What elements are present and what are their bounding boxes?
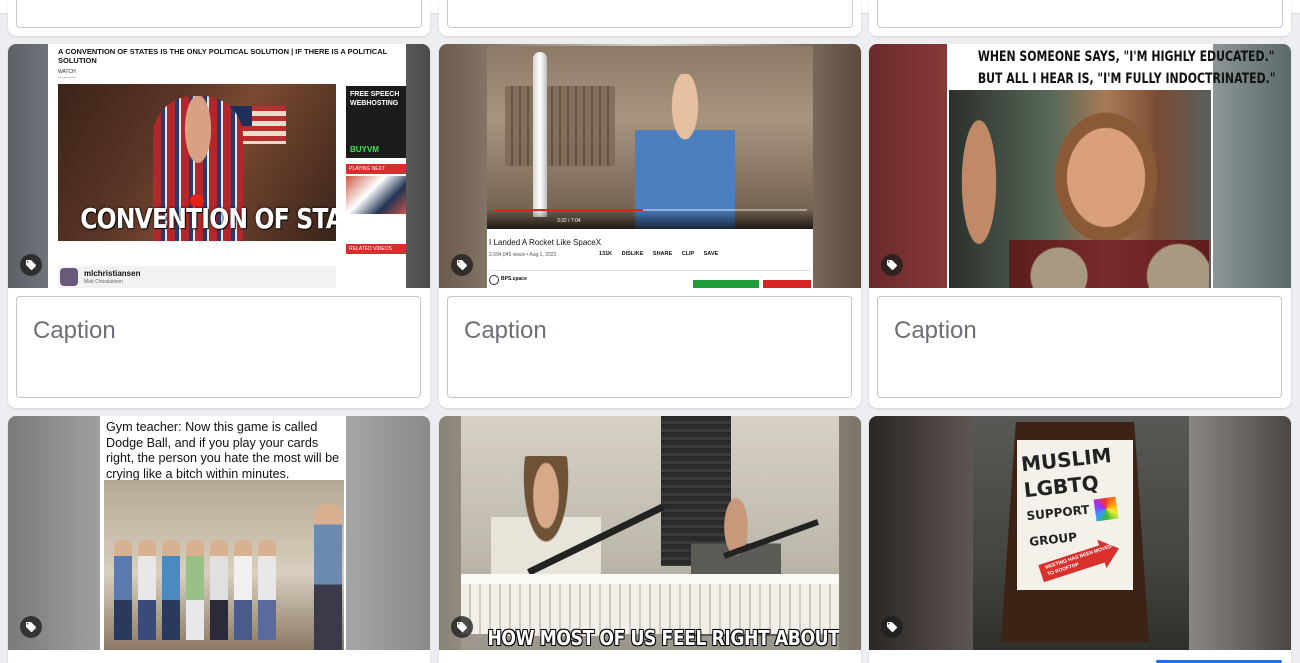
card-stub bbox=[869, 0, 1291, 36]
card-stub bbox=[8, 0, 430, 36]
meme-image: Gym teacher: Now this game is called Dod… bbox=[100, 416, 346, 650]
video-controls bbox=[487, 209, 813, 229]
person-image bbox=[210, 540, 228, 640]
meme-text: Gym teacher: Now this game is called Dod… bbox=[106, 420, 340, 481]
channel-name: BPS.space bbox=[501, 276, 527, 282]
rainbow-flag-icon bbox=[1093, 496, 1119, 522]
meme-text: HOW MOST OF US FEEL RIGHT ABOUT NOW bbox=[487, 626, 839, 650]
caption-input[interactable]: Caption bbox=[447, 296, 852, 398]
tag-icon[interactable] bbox=[20, 616, 42, 638]
sidebar-ad: FREE SPEECH WEBHOSTING BUYVM bbox=[346, 86, 406, 158]
person-image bbox=[635, 74, 735, 229]
video-overlay-text: CONVENTION OF STATES bbox=[80, 202, 336, 235]
meme-line-2: BUT ALL I HEAR IS, "I'M FULLY INDOCTRINA… bbox=[977, 71, 1276, 87]
post-card: HOW MOST OF US FEEL RIGHT ABOUT NOW bbox=[439, 416, 861, 663]
feed-page: A CONVENTION OF STATES IS THE ONLY POLIT… bbox=[0, 0, 1300, 663]
tag-icon[interactable] bbox=[881, 616, 903, 638]
video-frame: CONVENTION OF STATES bbox=[58, 84, 336, 241]
person-image bbox=[234, 540, 252, 640]
person-image bbox=[186, 540, 204, 640]
post-image[interactable]: Gym teacher: Now this game is called Dod… bbox=[8, 416, 430, 650]
join-button bbox=[693, 280, 759, 288]
person-image bbox=[138, 540, 156, 640]
video-screenshot: A CONVENTION OF STATES IS THE ONLY POLIT… bbox=[48, 44, 406, 288]
tag-icon[interactable] bbox=[20, 254, 42, 276]
channel-avatar bbox=[489, 275, 499, 285]
channel-subtitle: Matt Christiansen bbox=[84, 279, 123, 285]
caption-input[interactable]: Caption bbox=[16, 296, 421, 398]
caption-field-stub[interactable] bbox=[447, 0, 853, 28]
playing-next-label: PLAYING NEXT bbox=[346, 164, 406, 174]
channel-avatar bbox=[60, 268, 78, 286]
post-card: 3:32 / 7:04 I Landed A Rocket Like Space… bbox=[439, 44, 861, 408]
post-image[interactable]: MUSLIM LGBTQ SUPPORT GROUP MEETING HAS B… bbox=[869, 416, 1291, 650]
video-frame: 3:32 / 7:04 bbox=[487, 46, 813, 229]
video-time: 3:32 / 7:04 bbox=[557, 218, 581, 224]
sidebar-ad-brand: BUYVM bbox=[350, 145, 379, 154]
video-title: I Landed A Rocket Like SpaceX bbox=[489, 238, 602, 247]
workshop-shelf bbox=[505, 86, 615, 166]
meme-photo bbox=[949, 90, 1211, 288]
post-card: MUSLIM LGBTQ SUPPORT GROUP MEETING HAS B… bbox=[869, 416, 1291, 663]
video-screenshot: 3:32 / 7:04 I Landed A Rocket Like Space… bbox=[487, 46, 813, 288]
video-views: 2,094,045 views • Aug 1, 2022 bbox=[489, 252, 557, 258]
sign-board: MUSLIM LGBTQ SUPPORT GROUP MEETING HAS B… bbox=[1017, 440, 1133, 590]
tag-icon[interactable] bbox=[451, 616, 473, 638]
rocket-image bbox=[533, 52, 547, 217]
person-image bbox=[1041, 110, 1171, 260]
caption-field-stub[interactable] bbox=[16, 0, 422, 28]
meme-photo bbox=[104, 480, 344, 650]
post-image[interactable]: HOW MOST OF US FEEL RIGHT ABOUT NOW bbox=[439, 416, 861, 650]
caption-field-stub[interactable] bbox=[877, 0, 1283, 28]
channel-name: mlchristiansen bbox=[84, 269, 141, 278]
meme-text: WHEN SOMEONE SAYS, "I'M HIGHLY EDUCATED.… bbox=[977, 46, 1276, 90]
tag-icon[interactable] bbox=[451, 254, 473, 276]
person-image bbox=[258, 540, 276, 640]
person-image bbox=[949, 110, 999, 288]
post-card: Gym teacher: Now this game is called Dod… bbox=[8, 416, 430, 663]
post-image[interactable]: 3:32 / 7:04 I Landed A Rocket Like Space… bbox=[439, 44, 861, 288]
post-card: A CONVENTION OF STATES IS THE ONLY POLIT… bbox=[8, 44, 430, 408]
armor-image bbox=[1009, 240, 1209, 288]
divider bbox=[489, 270, 811, 271]
next-thumbnail bbox=[346, 176, 406, 214]
sidebar-next: PLAYING NEXT RELATED VIDEOS bbox=[346, 164, 406, 264]
video-progress bbox=[493, 209, 807, 211]
porch-railing bbox=[461, 574, 839, 634]
channel-row: mlchristiansen Matt Christiansen bbox=[58, 266, 336, 288]
meme-image: HOW MOST OF US FEEL RIGHT ABOUT NOW bbox=[461, 416, 839, 650]
meme-image: MUSLIM LGBTQ SUPPORT GROUP MEETING HAS B… bbox=[973, 416, 1189, 650]
post-image[interactable]: WHEN SOMEONE SAYS, "I'M HIGHLY EDUCATED.… bbox=[869, 44, 1291, 288]
video-title: A CONVENTION OF STATES IS THE ONLY POLIT… bbox=[58, 47, 388, 65]
meme-image: WHEN SOMEONE SAYS, "I'M HIGHLY EDUCATED.… bbox=[947, 44, 1276, 288]
related-videos-label: RELATED VIDEOS bbox=[346, 244, 406, 254]
person-image bbox=[162, 540, 180, 640]
card-stub bbox=[439, 0, 861, 36]
teacher-image bbox=[314, 504, 342, 650]
post-image[interactable]: A CONVENTION OF STATES IS THE ONLY POLIT… bbox=[8, 44, 430, 288]
tag-icon[interactable] bbox=[881, 254, 903, 276]
video-actions: 131K DISLIKE SHARE CLIP SAVE bbox=[599, 251, 719, 257]
sidebar-ad-text: FREE SPEECH WEBHOSTING bbox=[350, 91, 400, 107]
person-image bbox=[114, 540, 132, 640]
post-card: WHEN SOMEONE SAYS, "I'M HIGHLY EDUCATED.… bbox=[869, 44, 1291, 408]
watch-tab: WATCH bbox=[58, 69, 76, 78]
meme-line-1: WHEN SOMEONE SAYS, "I'M HIGHLY EDUCATED.… bbox=[977, 49, 1275, 65]
subscribe-button bbox=[763, 280, 811, 288]
caption-input[interactable]: Caption bbox=[877, 296, 1282, 398]
